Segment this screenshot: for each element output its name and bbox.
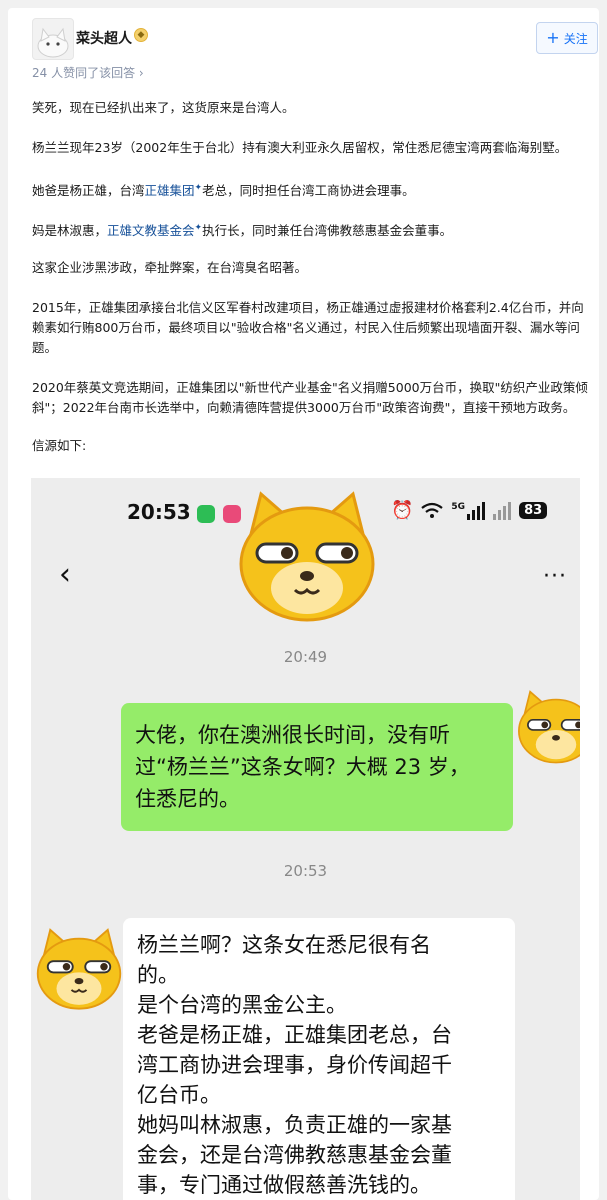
answer-card: 菜头超人 ◆ + 关注 24 人赞同了该回答 › 笑死，现在已经扒出来了，这货原… <box>8 8 599 1200</box>
avatar[interactable] <box>32 18 74 60</box>
signal-secondary-icon <box>493 501 512 520</box>
chat-screenshot-image[interactable]: 20:53 ⏰ 5G 83 ‹ ··· 20:49 大佬，你在澳洲很长时间，没有… <box>31 478 580 1200</box>
plus-icon: + <box>546 28 560 47</box>
link-sparkle-icon: ✦ <box>194 223 203 233</box>
paragraph-6: 2015年，正雄集团承接台北信义区军眷村改建项目，杨正雄通过虚报建材价格套利2.… <box>32 300 584 355</box>
more-dots-icon[interactable]: ··· <box>543 564 567 589</box>
status-icons: ⏰ 5G 83 <box>391 500 548 521</box>
link-sparkle-icon: ✦ <box>194 183 203 193</box>
paragraph-8: 信源如下: <box>32 438 87 453</box>
chat-timestamp: 20:49 <box>283 648 328 666</box>
dog-sticker-icon <box>239 491 375 622</box>
paragraph-7: 2020年蔡英文竞选期间，正雄集团以"新世代产业基金"名义捐赠5000万台币，换… <box>32 380 588 415</box>
chevron-left-icon[interactable]: ‹ <box>59 560 71 590</box>
follow-label: 关注 <box>563 31 588 46</box>
follow-button[interactable]: + 关注 <box>536 22 598 54</box>
chat-bubble-received: 杨兰兰啊？这条女在悉尼很有名 的。 是个台湾的黑金公主。 老爸是杨正雄，正雄集团… <box>123 918 515 1200</box>
paragraph-3: 她爸是杨正雄，台湾正雄集团✦老总，同时担任台湾工商协进会理事。 <box>32 178 596 201</box>
paragraph-1: 笑死，现在已经扒出来了，这货原来是台湾人。 <box>32 100 295 115</box>
paragraph-3-text-b: 老总，同时担任台湾工商协进会理事。 <box>202 183 415 199</box>
chat-timestamp: 20:53 <box>283 862 328 880</box>
avatar-cat-icon <box>37 27 69 58</box>
link-zhengxiong-group[interactable]: 正雄集团 <box>145 183 195 198</box>
paragraph-5: 这家企业涉黑涉政，牵扯弊案，在台湾臭名昭著。 <box>32 260 308 275</box>
upvote-count[interactable]: 24 人赞同了该回答 › <box>32 64 144 81</box>
creator-badge-icon: ◆ <box>134 28 148 42</box>
paragraph-4-text-a: 妈是林淑惠， <box>32 223 108 239</box>
battery-level: 83 <box>519 502 548 519</box>
message-app-icon <box>197 505 215 523</box>
alarm-icon: ⏰ <box>391 500 414 521</box>
chat-bubble-sent: 大佬，你在澳洲很长时间，没有听 过“杨兰兰”这条女啊？大概 23 岁， 住悉尼的… <box>121 703 513 831</box>
paragraph-4-text-b: 执行长，同时兼任台湾佛教慈惠基金会董事。 <box>202 223 453 239</box>
network-label: 5G <box>451 501 466 512</box>
status-time: 20:53 <box>127 500 191 524</box>
wifi-icon <box>421 502 444 518</box>
paragraph-3-text-a: 她爸是杨正雄，台湾 <box>32 183 145 199</box>
link-zhengxiong-foundation[interactable]: 正雄文教基金会 <box>107 223 195 238</box>
author-name[interactable]: 菜头超人 <box>76 28 132 48</box>
signal-5g-icon: 5G <box>451 501 486 520</box>
paragraph-4: 妈是林淑惠，正雄文教基金会✦执行长，同时兼任台湾佛教慈惠基金会董事。 <box>32 218 596 241</box>
paragraph-2: 杨兰兰现年23岁（2002年生于台北）持有澳大利亚永久居留权，常住悉尼德宝湾两套… <box>32 140 568 155</box>
dog-sticker-icon <box>36 928 122 1010</box>
dog-sticker-icon <box>518 690 580 764</box>
